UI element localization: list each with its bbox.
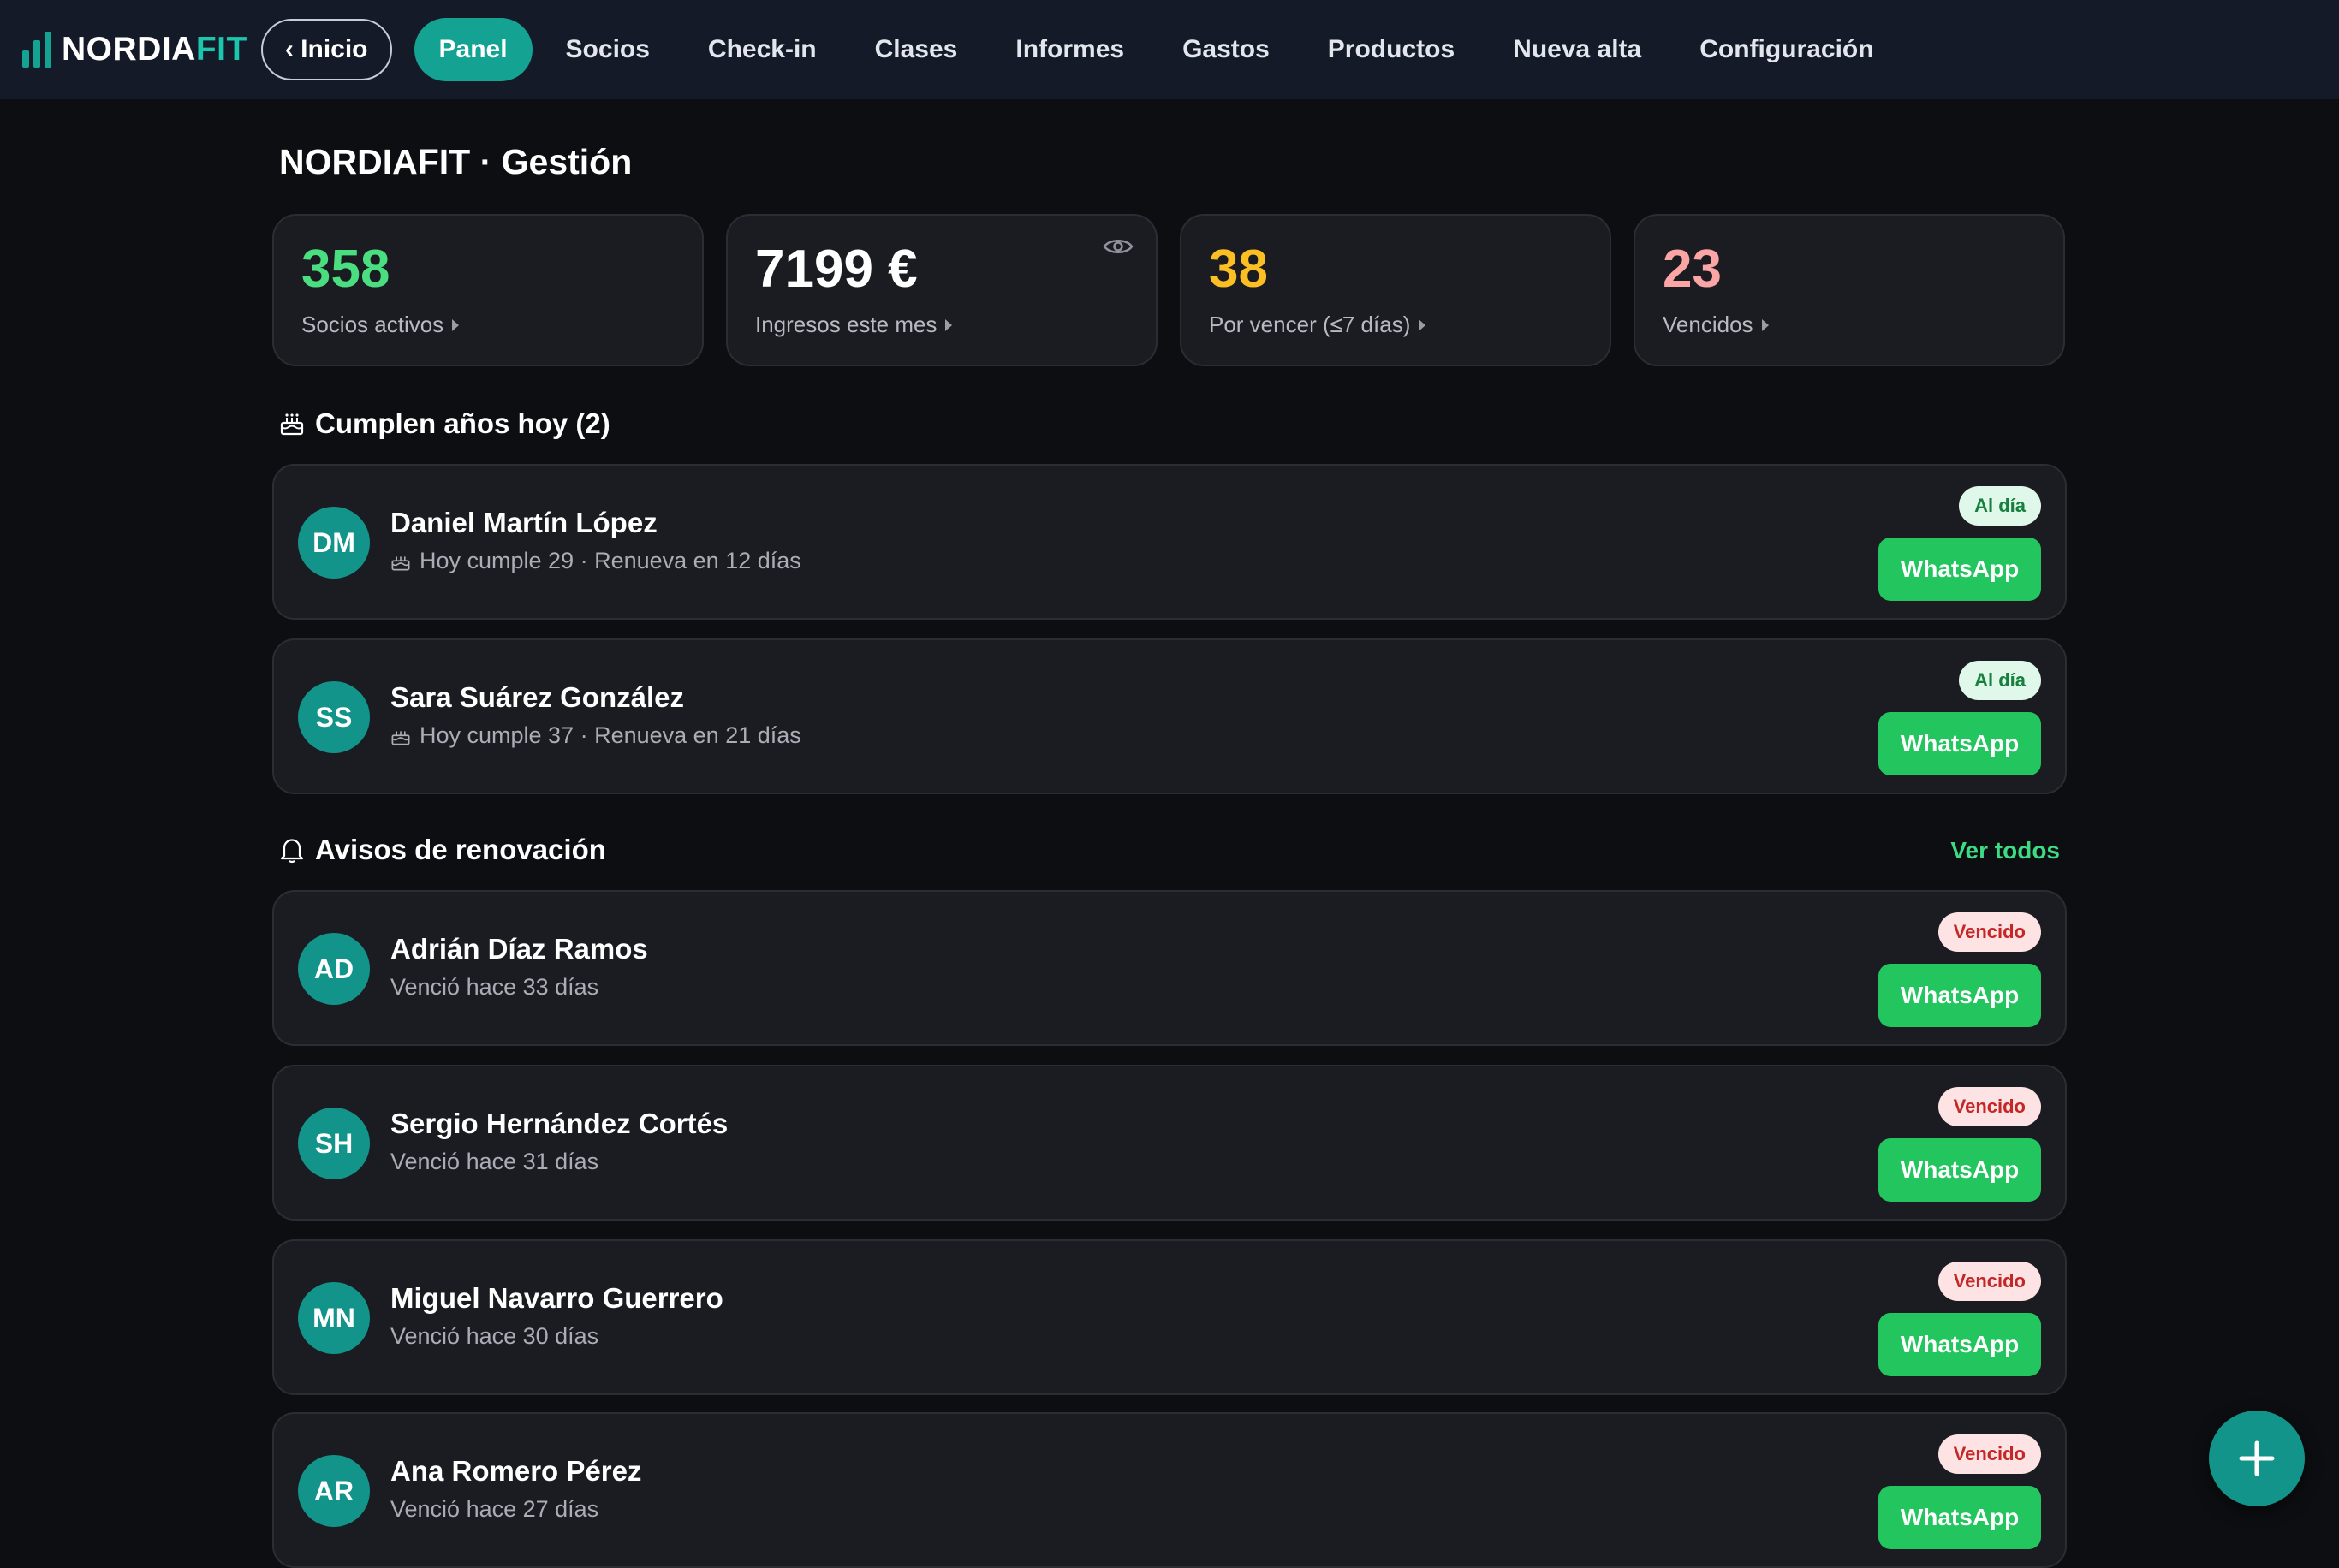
stat-value: 7199 € bbox=[755, 240, 918, 299]
member-name: Sergio Hernández Cortés bbox=[390, 1108, 729, 1139]
nav-clases[interactable]: Clases bbox=[850, 18, 983, 81]
renewals-section-title: Avisos de renovación bbox=[279, 834, 606, 866]
avatar: AD bbox=[298, 933, 370, 1005]
member-name: Sara Suárez González bbox=[390, 681, 684, 713]
eye-icon[interactable] bbox=[1103, 236, 1134, 257]
add-fab-button[interactable] bbox=[2209, 1411, 2305, 1506]
member-name: Daniel Martín López bbox=[390, 507, 658, 538]
bar-chart-icon bbox=[22, 32, 51, 68]
stat-card-active-members[interactable]: 358 Socios activos bbox=[272, 214, 704, 366]
renewal-member-card[interactable]: AR Ana Romero Pérez Venció hace 27 días … bbox=[272, 1412, 2067, 1568]
section-heading: Cumplen años hoy (2) bbox=[315, 407, 610, 439]
nav-gastos[interactable]: Gastos bbox=[1158, 18, 1294, 81]
whatsapp-button[interactable]: WhatsApp bbox=[1878, 1138, 2041, 1202]
page-title: NORDIAFIT · Gestión bbox=[279, 142, 633, 181]
member-detail: Hoy cumple 37 · Renueva en 21 días bbox=[420, 722, 801, 748]
stat-card-expired[interactable]: 23 Vencidos bbox=[1634, 214, 2065, 366]
caret-right-icon bbox=[1419, 318, 1426, 331]
renewal-member-card[interactable]: SH Sergio Hernández Cortés Venció hace 3… bbox=[272, 1065, 2067, 1221]
status-badge: Vencido bbox=[1937, 912, 2041, 952]
whatsapp-button[interactable]: WhatsApp bbox=[1878, 964, 2041, 1027]
member-detail: Venció hace 33 días bbox=[390, 974, 599, 1000]
member-name: Adrián Díaz Ramos bbox=[390, 933, 648, 965]
brand-name-part1: NORDIA bbox=[62, 31, 196, 68]
stat-card-monthly-income[interactable]: 7199 € Ingresos este mes bbox=[726, 214, 1158, 366]
nav-configuracion[interactable]: Configuración bbox=[1675, 18, 1898, 81]
nav-panel[interactable]: Panel bbox=[414, 18, 533, 81]
cake-icon bbox=[391, 730, 410, 745]
see-all-link[interactable]: Ver todos bbox=[1950, 837, 2060, 864]
stat-label: Ingresos este mes bbox=[755, 312, 937, 337]
avatar: SH bbox=[298, 1108, 370, 1179]
stat-label: Vencidos bbox=[1663, 312, 1753, 337]
brand-logo[interactable]: NORDIAFIT bbox=[22, 31, 247, 68]
cake-icon bbox=[391, 555, 410, 570]
nav-nueva-alta[interactable]: Nueva alta bbox=[1488, 18, 1666, 81]
caret-right-icon bbox=[945, 318, 953, 331]
avatar: SS bbox=[298, 681, 370, 753]
status-badge: Vencido bbox=[1937, 1262, 2041, 1301]
section-heading: Avisos de renovación bbox=[315, 834, 606, 865]
whatsapp-button[interactable]: WhatsApp bbox=[1878, 712, 2041, 775]
avatar: AR bbox=[298, 1455, 370, 1527]
whatsapp-button[interactable]: WhatsApp bbox=[1878, 1313, 2041, 1376]
back-to-home-button[interactable]: ‹ Inicio bbox=[260, 19, 392, 80]
status-badge: Al día bbox=[1959, 661, 2041, 700]
member-detail: Venció hace 30 días bbox=[390, 1323, 599, 1349]
brand-name-part2: FIT bbox=[195, 31, 247, 68]
stat-value: 38 bbox=[1209, 240, 1268, 299]
status-badge: Vencido bbox=[1937, 1434, 2041, 1474]
plus-icon bbox=[2239, 1440, 2275, 1476]
caret-right-icon bbox=[452, 318, 460, 331]
stat-card-expiring-soon[interactable]: 38 Por vencer (≤7 días) bbox=[1180, 214, 1611, 366]
member-name: Miguel Navarro Guerrero bbox=[390, 1282, 723, 1314]
stat-value: 358 bbox=[301, 240, 390, 299]
birthday-member-card[interactable]: DM Daniel Martín López Hoy cumple 29 · R… bbox=[272, 464, 2067, 620]
member-name: Ana Romero Pérez bbox=[390, 1455, 642, 1487]
stat-label: Por vencer (≤7 días) bbox=[1209, 312, 1411, 337]
whatsapp-button[interactable]: WhatsApp bbox=[1878, 1486, 2041, 1549]
nav-socios[interactable]: Socios bbox=[541, 18, 675, 81]
member-detail: Hoy cumple 29 · Renueva en 12 días bbox=[420, 548, 801, 573]
whatsapp-button[interactable]: WhatsApp bbox=[1878, 538, 2041, 601]
cake-icon bbox=[280, 413, 304, 436]
nav-check-in[interactable]: Check-in bbox=[683, 18, 842, 81]
stat-label: Socios activos bbox=[301, 312, 444, 337]
birthdays-section-title: Cumplen años hoy (2) bbox=[279, 407, 610, 440]
member-detail: Venció hace 27 días bbox=[390, 1496, 599, 1522]
avatar: MN bbox=[298, 1282, 370, 1354]
caret-right-icon bbox=[1761, 318, 1769, 331]
birthday-member-card[interactable]: SS Sara Suárez González Hoy cumple 37 · … bbox=[272, 638, 2067, 794]
nav-informes[interactable]: Informes bbox=[991, 18, 1149, 81]
status-badge: Vencido bbox=[1937, 1087, 2041, 1126]
stat-value: 23 bbox=[1663, 240, 1722, 299]
status-badge: Al día bbox=[1959, 486, 2041, 526]
member-detail: Venció hace 31 días bbox=[390, 1149, 599, 1174]
nav-productos[interactable]: Productos bbox=[1303, 18, 1479, 81]
bell-icon bbox=[280, 839, 304, 864]
avatar: DM bbox=[298, 507, 370, 579]
renewal-member-card[interactable]: MN Miguel Navarro Guerrero Venció hace 3… bbox=[272, 1239, 2067, 1395]
top-navbar: NORDIAFIT ‹ Inicio Panel Socios Check-in… bbox=[0, 0, 2339, 99]
renewal-member-card[interactable]: AD Adrián Díaz Ramos Venció hace 33 días… bbox=[272, 890, 2067, 1046]
